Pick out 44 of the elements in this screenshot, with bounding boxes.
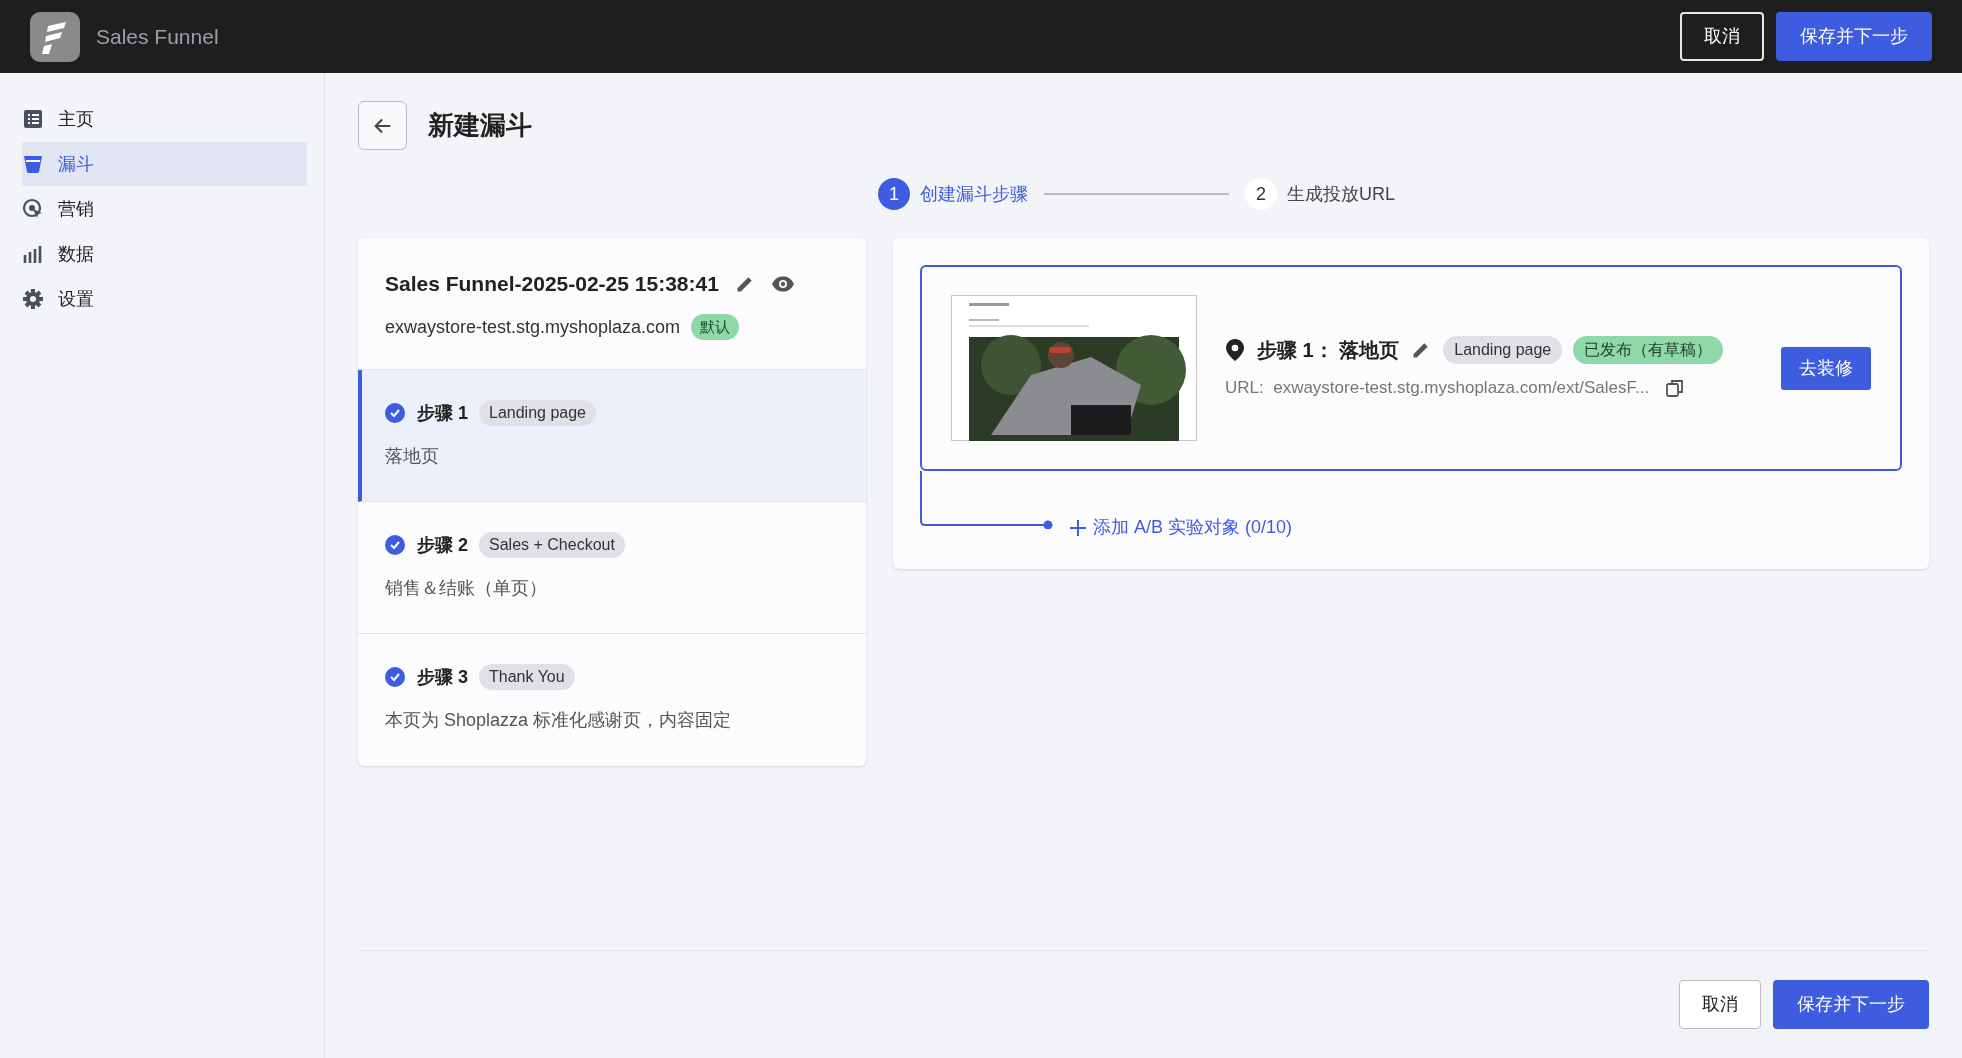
page-type-tag: Landing page — [1443, 336, 1563, 365]
page-type-tag: Sales + Checkout — [479, 532, 625, 558]
step-label: 步骤 2 — [417, 533, 468, 557]
funnel-step[interactable]: 步骤 3 Thank You 本页为 Shoplazza 标准化感谢页，内容固定 — [358, 633, 866, 766]
decorate-button[interactable]: 去装修 — [1781, 346, 1871, 390]
bar-chart-icon — [22, 243, 44, 265]
app-title: Sales Funnel — [96, 23, 219, 50]
cancel-button[interactable]: 取消 — [1680, 12, 1764, 61]
funnel-step[interactable]: 步骤 2 Sales + Checkout 销售＆结账（单页） — [358, 501, 866, 634]
funnel-icon — [22, 153, 44, 175]
status-badge: 已发布（有草稿） — [1573, 336, 1724, 365]
default-badge: 默认 — [691, 313, 740, 341]
page-title: 新建漏斗 — [428, 109, 532, 142]
sidebar-item[interactable]: 营销 — [22, 187, 307, 231]
store-domain: exwaystore-test.stg.myshoplaza.com — [385, 315, 681, 339]
page-type-tag: Landing page — [479, 400, 596, 426]
location-pin-icon — [1225, 338, 1245, 363]
step-description: 本页为 Shoplazza 标准化感谢页，内容固定 — [385, 708, 733, 732]
plus-icon — [1069, 518, 1087, 537]
step-description: 销售＆结账（单页） — [385, 576, 548, 600]
stepper-step: 2 生成投放URL — [1245, 178, 1395, 210]
target-icon — [22, 198, 44, 220]
sidebar-item[interactable]: 数据 — [22, 232, 307, 276]
save-next-button[interactable]: 保存并下一步 — [1776, 12, 1932, 61]
list-icon — [22, 108, 44, 130]
app-logo — [30, 11, 80, 62]
copy-icon[interactable] — [1665, 378, 1686, 398]
back-button[interactable] — [358, 101, 407, 150]
cancel-button[interactable]: 取消 — [1679, 980, 1761, 1029]
step-label: 步骤 3 — [417, 665, 468, 689]
sidebar-item[interactable]: 主页 — [22, 97, 307, 141]
step-url: URL: exwaystore-test.stg.myshoplaza.com/ext/SalesF... — [1225, 377, 1650, 400]
page-type-tag: Thank You — [479, 664, 575, 690]
sidebar-item[interactable]: 设置 — [22, 277, 307, 321]
funnel-name: Sales Funnel-2025-02-25 15:38:41 — [385, 271, 719, 297]
settings-icon — [22, 288, 44, 310]
step-title: 步骤 1： 落地页 — [1257, 338, 1400, 364]
step-description: 落地页 — [385, 444, 440, 468]
step-label: 步骤 1 — [417, 401, 468, 425]
save-next-button[interactable]: 保存并下一步 — [1773, 980, 1929, 1029]
stepper-step: 1 创建漏斗步骤 — [878, 178, 1028, 210]
add-ab-variant-link[interactable]: 添加 A/B 实验对象 (0/10) — [1069, 514, 1293, 541]
funnel-step[interactable]: 步骤 1 Landing page 落地页 — [358, 369, 866, 502]
sidebar-item[interactable]: 漏斗 — [22, 142, 307, 186]
